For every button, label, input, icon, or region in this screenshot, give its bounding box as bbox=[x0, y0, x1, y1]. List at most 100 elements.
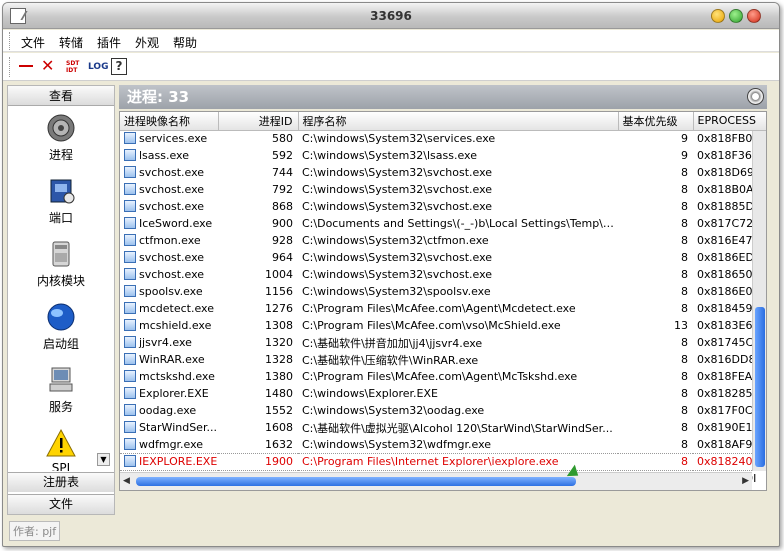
horizontal-scrollbar[interactable]: ◀ ▶ bbox=[120, 472, 752, 490]
cell-image-name: jjsvr4.exe bbox=[120, 334, 218, 351]
column-header-image-name[interactable]: 进程映像名称 bbox=[120, 112, 219, 131]
cell-base-priority: 8 bbox=[681, 336, 688, 349]
delete-x-icon[interactable]: ✕ bbox=[41, 56, 54, 75]
table-row[interactable]: IceSword.exe 900 C:\Documents and Settings… bbox=[120, 215, 766, 232]
table-header-row: 进程映像名称 进程ID 程序名称 基本优先级 EPROCESS bbox=[120, 112, 766, 131]
sidebar-item-processes[interactable]: 进程 bbox=[8, 113, 114, 163]
table-row[interactable]: services.exe 580 C:\windows\System32\servi… bbox=[120, 130, 766, 147]
menu-appearance[interactable]: 外观 bbox=[135, 34, 159, 51]
table-row[interactable]: svchost.exe 868 C:\windows\System32\svchos… bbox=[120, 198, 766, 215]
menu-help[interactable]: 帮助 bbox=[173, 34, 197, 51]
table-row[interactable]: StarWindSer... 1608 C:\基础软件\虚拟光驱\Alcohol 1… bbox=[120, 419, 766, 436]
maximize-button[interactable] bbox=[729, 9, 743, 23]
table-row[interactable]: wdfmgr.exe 1632 C:\windows\System32\wdfmgr… bbox=[120, 436, 766, 453]
table-row[interactable]: svchost.exe 964 C:\windows\System32\svchos… bbox=[120, 249, 766, 266]
cell-image-name: oodag.exe bbox=[120, 402, 218, 419]
table-row[interactable]: lsass.exe 592 C:\windows\System32\lsass.ex… bbox=[120, 147, 766, 164]
table-row[interactable]: mctskshd.exe 1380 C:\Program Files\McAfee.… bbox=[120, 368, 766, 385]
image-name-text: IceSword.exe bbox=[139, 217, 213, 230]
cell-program-path: C:\windows\System32\svchost.exe bbox=[302, 268, 493, 281]
cell-program-path: C:\windows\System32\services.exe bbox=[302, 132, 496, 146]
vertical-scrollbar[interactable] bbox=[752, 131, 766, 471]
close-window-button[interactable] bbox=[747, 9, 761, 23]
process-icon bbox=[124, 234, 136, 246]
cell-image-name: svchost.exe bbox=[120, 181, 218, 198]
cell-program-path: C:\Program Files\McAfee.com\Agent\Mcdete… bbox=[302, 302, 576, 315]
scroll-left-arrow[interactable]: ◀ bbox=[123, 476, 130, 486]
window-title: 33696 bbox=[370, 9, 412, 23]
sidebar-tab-registry[interactable]: 注册表 bbox=[8, 472, 114, 492]
table-row[interactable]: spoolsv.exe 1156 C:\windows\System32\spool… bbox=[120, 283, 766, 300]
menu-plugins[interactable]: 插件 bbox=[97, 34, 121, 51]
table-row[interactable]: oodag.exe 1552 C:\windows\System32\oodag.e… bbox=[120, 402, 766, 419]
cell-base-priority: 8 bbox=[681, 268, 688, 281]
table-row[interactable]: svchost.exe 744 C:\windows\System32\svchos… bbox=[120, 164, 766, 181]
process-icon bbox=[124, 437, 136, 450]
minus-icon[interactable] bbox=[19, 65, 33, 67]
refresh-icon[interactable] bbox=[747, 88, 764, 105]
log-button[interactable]: LOG bbox=[88, 62, 108, 78]
menu-dump[interactable]: 转储 bbox=[59, 34, 83, 51]
toolbar-grip bbox=[9, 57, 11, 77]
cell-pid: 1276 bbox=[265, 302, 293, 315]
cell-pid: 1608 bbox=[265, 421, 293, 434]
cell-base-priority: 8 bbox=[681, 370, 688, 383]
table-row[interactable]: mcdetect.exe 1276 C:\Program Files\McAfee.… bbox=[120, 300, 766, 317]
minimize-button[interactable] bbox=[711, 9, 725, 23]
table-row[interactable]: svchost.exe 1004 C:\windows\System32\svcho… bbox=[120, 266, 766, 283]
column-header-base-priority[interactable]: 基本优先级 bbox=[618, 112, 694, 131]
sidebar-tab-files[interactable]: 文件 bbox=[8, 494, 114, 514]
column-header-program-path[interactable]: 程序名称 bbox=[298, 112, 619, 131]
table-row[interactable]: IEXPLORE.EXE 1900 C:\Program Files\Interne… bbox=[120, 452, 766, 471]
cell-pid: 900 bbox=[272, 217, 293, 230]
table-row[interactable]: mcshield.exe 1308 C:\Program Files\McAfee.… bbox=[120, 317, 766, 334]
image-name-text: svchost.exe bbox=[139, 251, 205, 264]
vertical-scroll-thumb[interactable] bbox=[755, 307, 765, 467]
cell-base-priority: 8 bbox=[681, 353, 688, 366]
cell-pid: 1004 bbox=[265, 268, 293, 281]
sidebar-item-startup[interactable]: 启动组 bbox=[8, 302, 114, 352]
cell-pid: 1632 bbox=[265, 437, 293, 451]
table-row[interactable]: WinRAR.exe 1328 C:\基础软件\压缩软件\WinRAR.exe 8 0x… bbox=[120, 351, 766, 368]
process-table: 进程映像名称 进程ID 程序名称 基本优先级 EPROCESS services… bbox=[119, 111, 767, 491]
sidebar-item-label: SPI bbox=[51, 461, 71, 471]
cell-program-path: C:\基础软件\虚拟光驱\Alcohol 120\StarWind\StarWi… bbox=[302, 421, 613, 435]
sidebar-item-label: 启动组 bbox=[42, 337, 79, 351]
process-icon bbox=[124, 166, 136, 178]
process-icon bbox=[124, 200, 136, 212]
cell-pid: 1900 bbox=[218, 452, 298, 471]
table-row[interactable]: ctfmon.exe 928 C:\windows\System32\ctfmon.… bbox=[120, 232, 766, 249]
table-row[interactable]: jjsvr4.exe 1320 C:\基础软件\拼音加加\jj4\jjsvr4.ex… bbox=[120, 334, 766, 351]
sidebar-item-ports[interactable]: 端口 bbox=[8, 176, 114, 226]
table-row[interactable]: svchost.exe 792 C:\windows\System32\svchos… bbox=[120, 181, 766, 198]
toolbar: ✕ SDT IDT LOG ? bbox=[3, 53, 779, 81]
cell-base-priority: 9 bbox=[681, 149, 688, 162]
process-icon bbox=[124, 285, 136, 297]
sdt-idt-button[interactable]: SDT IDT bbox=[66, 60, 79, 76]
column-header-eprocess[interactable]: EPROCESS bbox=[693, 112, 766, 131]
menu-file[interactable]: 文件 bbox=[21, 34, 45, 51]
column-header-pid[interactable]: 进程ID bbox=[218, 112, 299, 131]
scroll-right-arrow[interactable]: ▶ bbox=[742, 476, 749, 486]
process-icon bbox=[124, 421, 136, 433]
horizontal-scroll-thumb[interactable] bbox=[136, 477, 576, 486]
image-name-text: wdfmgr.exe bbox=[139, 437, 204, 451]
sidebar-item-label: 服务 bbox=[48, 400, 73, 414]
image-name-text: spoolsv.exe bbox=[139, 285, 203, 298]
image-name-text: lsass.exe bbox=[139, 149, 189, 162]
cell-pid: 1380 bbox=[265, 370, 293, 383]
cell-image-name: wdfmgr.exe bbox=[120, 436, 218, 453]
help-question-icon[interactable]: ? bbox=[111, 58, 127, 75]
sidebar-item-kernel-modules[interactable]: 内核模块 bbox=[8, 239, 114, 289]
image-name-text: svchost.exe bbox=[139, 268, 205, 281]
title-bar[interactable]: 33696 bbox=[3, 3, 779, 29]
warning-icon bbox=[46, 428, 76, 457]
sidebar-item-services[interactable]: 服务 bbox=[8, 365, 114, 415]
table-row[interactable]: Explorer.EXE 1480 C:\windows\Explorer.EXE 8… bbox=[120, 385, 766, 402]
cell-image-name: Explorer.EXE bbox=[120, 385, 218, 402]
sidebar-header[interactable]: 查看 bbox=[8, 86, 114, 106]
process-count-label: 进程: 33 bbox=[127, 88, 190, 106]
image-name-text: svchost.exe bbox=[139, 200, 205, 213]
sidebar-scroll-down-button[interactable]: ▼ bbox=[97, 453, 110, 466]
disk-module-icon bbox=[52, 241, 70, 267]
